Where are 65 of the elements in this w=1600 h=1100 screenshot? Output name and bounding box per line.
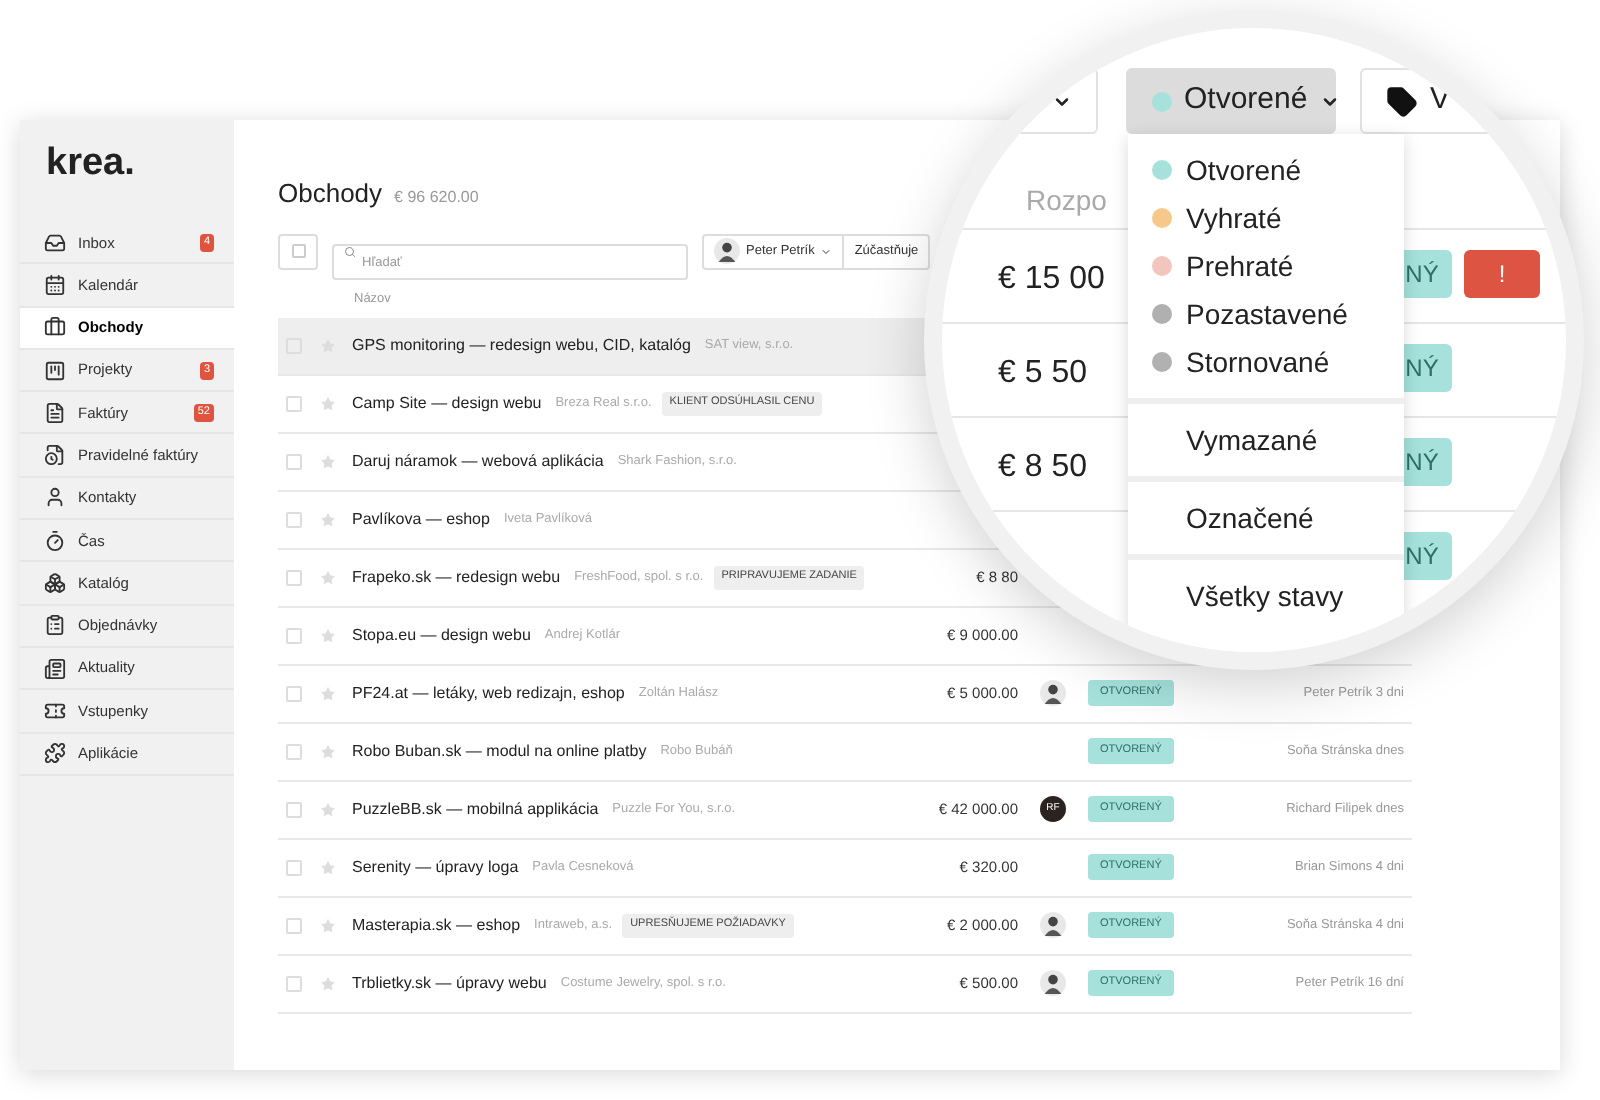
deal-title: Serenity — úpravy loga (352, 855, 519, 879)
sidebar-icon (44, 657, 66, 680)
sidebar-icon (44, 742, 66, 765)
sidebar-icon (44, 316, 66, 339)
alert-button[interactable]: ! (1464, 250, 1540, 298)
star-icon[interactable] (320, 627, 336, 643)
deal-title: Stopa.eu — design webu (352, 623, 531, 647)
row-checkbox[interactable] (286, 569, 302, 585)
deal-title: Masterapia.sk — eshop (352, 913, 521, 937)
deal-title: PF24.at — letáky, web redizajn, eshop (352, 681, 625, 705)
star-icon[interactable] (320, 511, 336, 527)
sidebar-icon (44, 231, 66, 254)
amount: € 15 00 (998, 260, 1105, 300)
avatar (1040, 680, 1066, 706)
star-icon[interactable] (320, 975, 336, 991)
sidebar-icon (44, 273, 66, 296)
row-checkbox[interactable] (286, 511, 302, 527)
sidebar-icon (44, 614, 66, 637)
row-checkbox[interactable] (286, 859, 302, 875)
sidebar-icon (44, 529, 66, 552)
sidebar-icon (44, 401, 66, 424)
row-checkbox[interactable] (286, 395, 302, 411)
deal-title: Camp Site — design webu (352, 391, 542, 415)
sidebar-icon (44, 444, 66, 467)
star-icon[interactable] (320, 569, 336, 585)
deal-title: GPS monitoring — redesign webu, CID, katalóg (352, 333, 691, 357)
star-icon[interactable] (320, 801, 336, 817)
row-checkbox[interactable] (286, 975, 302, 991)
select-all-checkbox[interactable] (278, 233, 318, 269)
sidebar-icon (44, 486, 66, 509)
dropdown-item[interactable]: Otvorené (1128, 146, 1404, 194)
dropdown-item[interactable]: Vyhraté (1128, 194, 1404, 242)
row-checkbox[interactable] (286, 743, 302, 759)
deal-title: Pavlíkova — eshop (352, 507, 490, 531)
star-icon[interactable] (320, 743, 336, 759)
deal-title: Daruj náramok — webová aplikácia (352, 449, 604, 473)
sidebar-icon (44, 699, 66, 722)
row-checkbox[interactable] (286, 453, 302, 469)
avatar (1040, 970, 1066, 996)
amount: € 8 50 (998, 448, 1087, 488)
deal-title: PuzzleBB.sk — mobilná applikácia (352, 797, 599, 821)
deal-title: Robo Buban.sk — modul na online platby (352, 739, 647, 763)
avatar (1040, 912, 1066, 938)
star-icon[interactable] (320, 685, 336, 701)
logo: krea. (46, 144, 137, 182)
total-amount: € 96 620.00 (394, 186, 479, 210)
row-checkbox[interactable] (286, 917, 302, 933)
tag-icon (1386, 85, 1418, 117)
filter-button[interactable]: Otvorené (1126, 68, 1336, 134)
row-checkbox[interactable] (286, 801, 302, 817)
sidebar-icon (44, 572, 66, 595)
column-header: Rozpo (1026, 182, 1107, 220)
star-icon[interactable] (320, 395, 336, 411)
star-icon[interactable] (320, 917, 336, 933)
star-icon[interactable] (320, 453, 336, 469)
chevron-icon (820, 245, 833, 257)
avatar (714, 238, 740, 264)
deal-title: Trblietky.sk — úpravy webu (352, 971, 547, 995)
row-checkbox[interactable] (286, 685, 302, 701)
star-icon[interactable] (320, 859, 336, 875)
sidebar-icon (44, 359, 66, 382)
deal-title: Frapeko.sk — redesign webu (352, 565, 561, 589)
row-checkbox[interactable] (286, 627, 302, 643)
search-icon (344, 245, 356, 257)
page-title: Obchody (278, 176, 383, 212)
